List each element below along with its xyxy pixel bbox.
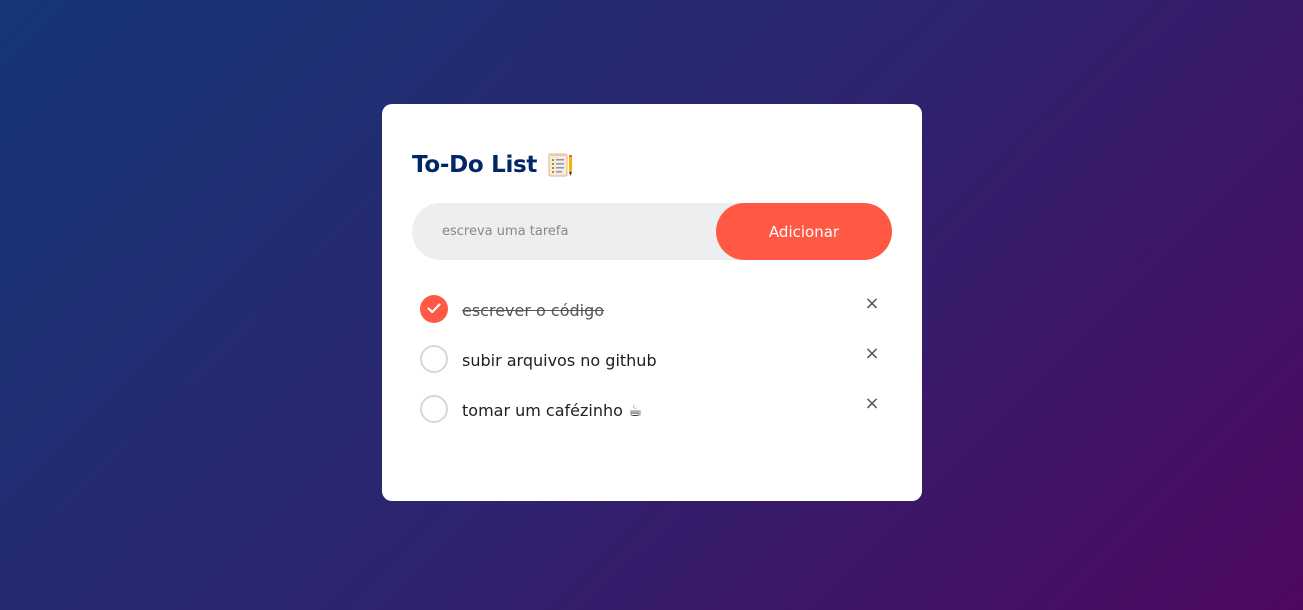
- task-text: subir arquivos no github: [462, 350, 657, 370]
- task-checkbox[interactable]: [420, 295, 448, 323]
- task-input-row: Adicionar: [412, 203, 892, 260]
- task-item[interactable]: tomar um cafézinho ☕ ×: [412, 385, 892, 435]
- app-title: To-Do List: [412, 152, 538, 178]
- checklist-notepad-icon: [547, 152, 575, 178]
- task-input[interactable]: [412, 203, 716, 260]
- task-text: escrever o código: [462, 300, 605, 320]
- title-row: To-Do List: [412, 147, 892, 183]
- close-icon[interactable]: ×: [862, 294, 882, 314]
- add-task-button[interactable]: Adicionar: [716, 203, 892, 260]
- task-text: tomar um cafézinho ☕: [462, 400, 643, 420]
- checkmark-icon: [427, 303, 441, 314]
- task-checkbox[interactable]: [420, 345, 448, 373]
- close-icon[interactable]: ×: [862, 344, 882, 364]
- close-icon[interactable]: ×: [862, 394, 882, 414]
- task-list: escrever o código × subir arquivos no gi…: [412, 285, 892, 435]
- task-item[interactable]: subir arquivos no github ×: [412, 335, 892, 385]
- todo-card: To-Do List Adicionar: [382, 104, 922, 501]
- task-item[interactable]: escrever o código ×: [412, 285, 892, 335]
- task-checkbox[interactable]: [420, 395, 448, 423]
